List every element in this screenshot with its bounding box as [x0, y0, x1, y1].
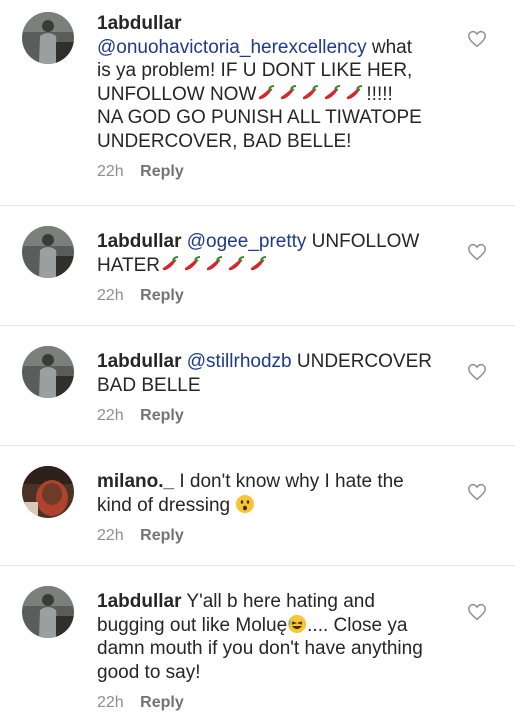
avatar-photo: [22, 346, 74, 398]
hot-pepper-emoji: [204, 255, 224, 273]
comment-username[interactable]: 1abdullar: [97, 13, 181, 34]
comment-timestamp: 22h: [97, 287, 124, 304]
hot-pepper-emoji: [256, 84, 276, 102]
comment-line: bugging out like Moluę: [97, 614, 288, 636]
divider: [0, 565, 515, 566]
comment-meta: 22h Reply: [97, 407, 442, 425]
laughing-face-emoji: [288, 614, 307, 633]
comment-text: 1abdullar @onuohavictoria_herexcellency …: [97, 12, 442, 153]
hot-pepper-emoji: [182, 255, 202, 273]
worried-face-emoji: [236, 494, 255, 513]
comment-timestamp: 22h: [97, 163, 124, 180]
heart-outline-icon[interactable]: [467, 483, 487, 501]
comment-text: 1abdullar @ogee_pretty UNFOLLOW HATER: [97, 230, 442, 277]
comment-line: UNDERCOVER: [291, 351, 432, 372]
hot-pepper-emoji: [322, 84, 342, 102]
comment-username[interactable]: 1abdullar: [97, 351, 181, 372]
divider: [0, 205, 515, 206]
heart-outline-icon[interactable]: [467, 243, 487, 261]
comment-mention[interactable]: @stillrhodzb: [187, 351, 292, 372]
comment-line: NA GOD GO PUNISH ALL TIWATOPE: [97, 107, 422, 128]
hot-pepper-emoji: [248, 255, 268, 273]
comment-username[interactable]: 1abdullar: [97, 591, 181, 612]
comment-timestamp: 22h: [97, 407, 124, 424]
avatar[interactable]: [22, 226, 74, 278]
reply-button[interactable]: Reply: [140, 163, 184, 180]
reply-button[interactable]: Reply: [140, 527, 184, 544]
comment-text: 1abdullar Y'all b here hating and buggin…: [97, 590, 442, 684]
hot-pepper-emoji: [278, 84, 298, 102]
heart-outline-icon[interactable]: [467, 603, 487, 621]
avatar[interactable]: [22, 12, 74, 64]
heart-outline-icon[interactable]: [467, 363, 487, 381]
comment-line: UNDERCOVER, BAD BELLE!: [97, 130, 352, 152]
hot-pepper-emoji: [344, 84, 364, 102]
comment-meta: 22h Reply: [97, 527, 442, 545]
hot-pepper-emoji: [226, 255, 246, 273]
comment-mention[interactable]: @onuohavictoria_herexcellency: [97, 37, 367, 58]
comment-username[interactable]: 1abdullar: [97, 231, 181, 252]
avatar-photo: [22, 466, 74, 518]
comment-text: milano._ I don't know why I hate the kin…: [97, 470, 442, 517]
comment-mention[interactable]: @ogee_pretty: [187, 231, 307, 252]
comment-line: what: [366, 36, 413, 58]
comment-meta: 22h Reply: [97, 163, 442, 181]
comment-line: damn mouth if you don't have anything: [97, 638, 423, 659]
avatar[interactable]: [22, 586, 74, 638]
avatar-photo: [22, 12, 74, 64]
comment-line: !!!!!: [366, 83, 393, 105]
comment-timestamp: 22h: [97, 694, 124, 711]
hot-pepper-emoji: [300, 84, 320, 102]
heart-outline-icon[interactable]: [467, 30, 487, 48]
comment-meta: 22h Reply: [97, 287, 442, 305]
comment-timestamp: 22h: [97, 527, 124, 544]
avatar[interactable]: [22, 346, 74, 398]
comment-line: good to say!: [97, 661, 201, 683]
comment-line: HATER: [97, 254, 160, 276]
comment-meta: 22h Reply: [97, 694, 442, 712]
divider: [0, 445, 515, 446]
divider: [0, 325, 515, 326]
hot-pepper-emoji: [160, 255, 180, 273]
comment-text: 1abdullar @stillrhodzb UNDERCOVER BAD BE…: [97, 350, 442, 397]
avatar[interactable]: [22, 466, 74, 518]
comment-line: I don't know why I hate the: [174, 471, 404, 492]
comment-line: UNFOLLOW: [306, 231, 420, 252]
comment-line: is ya problem! IF U DONT LIKE HER,: [97, 60, 413, 81]
avatar-photo: [22, 226, 74, 278]
comment-line: BAD BELLE: [97, 374, 201, 396]
comment-line: UNFOLLOW NOW: [97, 83, 257, 105]
reply-button[interactable]: Reply: [140, 694, 184, 711]
reply-button[interactable]: Reply: [140, 287, 184, 304]
comment-username[interactable]: milano._: [97, 471, 174, 492]
avatar-photo: [22, 586, 74, 638]
comment-line: Y'all b here hating and: [181, 591, 375, 612]
comment-line: kind of dressing: [97, 494, 236, 516]
comment-line: .... Close ya: [307, 614, 408, 636]
reply-button[interactable]: Reply: [140, 407, 184, 424]
